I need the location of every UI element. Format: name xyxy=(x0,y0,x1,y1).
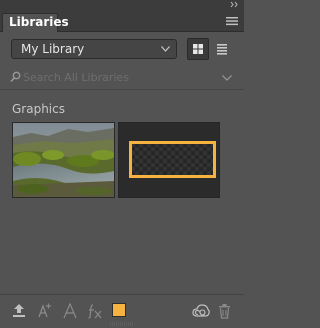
panel-menu-icon[interactable] xyxy=(226,16,238,26)
upload-icon[interactable] xyxy=(12,303,26,319)
trash-icon[interactable] xyxy=(218,303,231,319)
graphic-item-landscape[interactable] xyxy=(12,122,115,198)
resize-grip-icon[interactable] xyxy=(108,322,136,326)
panel-tab-bar: Libraries xyxy=(0,9,244,32)
grid-view-button[interactable] xyxy=(187,38,209,60)
orange-rectangle-graphic-thumbnail xyxy=(119,123,219,197)
tab-label: Libraries xyxy=(9,15,69,29)
collapse-panel-icon[interactable] xyxy=(230,0,240,9)
add-text-icon[interactable] xyxy=(63,303,77,319)
search-input[interactable] xyxy=(23,69,213,86)
library-dropdown[interactable]: My Library xyxy=(11,39,177,59)
search-icon xyxy=(10,71,21,83)
search-filter-chevron-icon[interactable] xyxy=(222,75,232,81)
creative-cloud-icon[interactable] xyxy=(192,303,210,319)
landscape-photo-thumbnail xyxy=(13,123,114,197)
libraries-panel: Libraries My Library Search All Librarie… xyxy=(0,0,244,328)
list-view-button[interactable] xyxy=(211,38,233,60)
chevron-down-icon xyxy=(161,46,170,52)
add-layer-style-icon[interactable] xyxy=(87,303,103,319)
tab-libraries[interactable]: Libraries xyxy=(2,13,69,32)
panel-top-bar xyxy=(0,0,244,9)
list-view-icon xyxy=(217,44,227,55)
library-dropdown-value: My Library xyxy=(21,42,85,56)
add-color-swatch[interactable] xyxy=(112,303,126,317)
search-bar xyxy=(0,67,244,90)
graphic-item-rectangle[interactable] xyxy=(118,122,220,198)
add-character-style-icon[interactable] xyxy=(37,303,52,319)
grid-view-icon xyxy=(193,44,203,54)
section-title-graphics: Graphics xyxy=(12,102,65,116)
